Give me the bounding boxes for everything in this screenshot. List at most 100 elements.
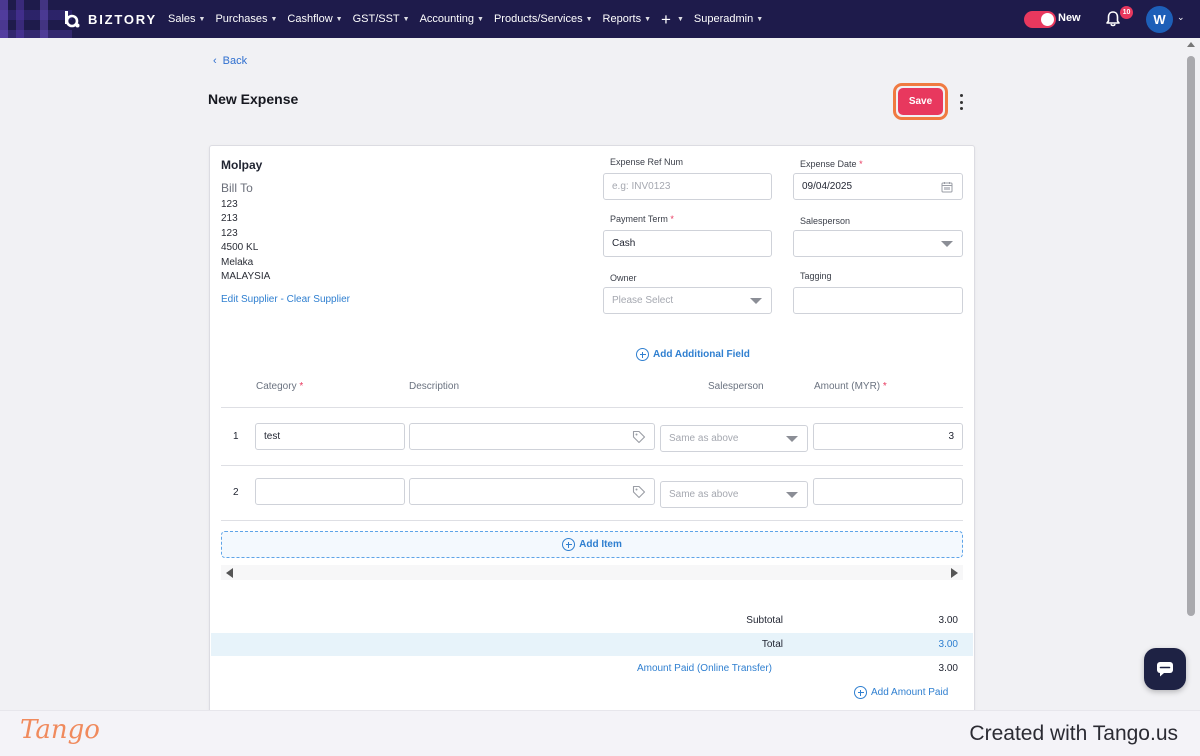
- salesperson-label: Salesperson: [800, 216, 851, 226]
- chevron-down-icon: ▼: [198, 15, 206, 23]
- tag-icon[interactable]: [632, 430, 646, 444]
- address-line: 123: [221, 228, 238, 239]
- back-label: Back: [222, 55, 248, 67]
- nav-accounting[interactable]: Accounting ▼: [420, 13, 484, 25]
- chevron-left-icon: ‹: [213, 55, 217, 67]
- column-header-description: Description: [409, 381, 460, 392]
- dropdown-caret-icon: [941, 241, 953, 247]
- payment-term-label: Payment Term *: [610, 214, 674, 224]
- scroll-right-arrow-icon[interactable]: [951, 568, 958, 578]
- nav-cashflow[interactable]: Cashflow ▼: [287, 13, 342, 25]
- back-link[interactable]: ‹ Back: [213, 55, 247, 67]
- amount-value: 3: [948, 431, 954, 442]
- total-label: Total: [761, 639, 783, 650]
- table-divider: [221, 520, 963, 521]
- required-marker: *: [670, 214, 674, 224]
- supplier-name: Molpay: [221, 158, 263, 172]
- chevron-down-icon: ▼: [676, 15, 684, 23]
- nav-gst-sst[interactable]: GST/SST ▼: [353, 13, 410, 25]
- amount-paid-link[interactable]: Amount Paid (Online Transfer): [603, 663, 772, 674]
- add-amount-paid-button[interactable]: Add Amount Paid: [854, 686, 948, 699]
- dropdown-caret-icon: [786, 492, 798, 498]
- address-line: Melaka: [221, 257, 254, 268]
- expense-date-input[interactable]: 09/04/2025: [793, 173, 963, 200]
- row-number: 1: [233, 431, 239, 442]
- category-input[interactable]: [255, 478, 405, 505]
- row-salesperson-select[interactable]: Same as above: [660, 481, 808, 508]
- expense-date-label: Expense Date *: [800, 159, 863, 169]
- payment-term-input[interactable]: Cash: [603, 230, 772, 257]
- new-ui-toggle[interactable]: [1024, 11, 1056, 28]
- scroll-up-arrow-icon[interactable]: [1187, 42, 1195, 47]
- tagging-input[interactable]: [793, 287, 963, 314]
- calendar-icon[interactable]: [941, 181, 953, 193]
- row-salesperson-select[interactable]: Same as above: [660, 425, 808, 452]
- plus-icon: +: [661, 9, 671, 29]
- top-navbar: BIZTORY Sales ▼ Purchases ▼ Cashflow ▼ GST/…: [0, 0, 1200, 38]
- edit-supplier-link[interactable]: Edit Supplier: [221, 294, 278, 305]
- chevron-down-icon: ▼: [335, 15, 343, 23]
- add-item-button[interactable]: Add Item: [221, 531, 963, 558]
- required-marker: *: [859, 159, 863, 169]
- plus-circle-icon: [636, 348, 649, 361]
- nav-quick-add[interactable]: + ▼: [661, 11, 684, 28]
- category-input[interactable]: test: [255, 423, 405, 450]
- nav-superadmin[interactable]: Superadmin ▼: [694, 13, 763, 25]
- clear-supplier-link[interactable]: Clear Supplier: [287, 294, 350, 305]
- nav-reports[interactable]: Reports ▼: [603, 13, 651, 25]
- amount-input[interactable]: 3: [813, 423, 963, 450]
- placeholder-text: Same as above: [669, 433, 739, 444]
- chevron-down-icon: ▼: [270, 15, 278, 23]
- nav-sales[interactable]: Sales ▼: [168, 13, 205, 25]
- address-line: 123: [221, 199, 238, 210]
- toggle-label: New: [1058, 12, 1081, 24]
- nav-products-services[interactable]: Products/Services ▼: [494, 13, 593, 25]
- chat-bubble-icon: [1157, 662, 1173, 677]
- chevron-down-icon: ▼: [756, 15, 764, 23]
- tagging-label: Tagging: [800, 271, 832, 281]
- add-additional-field-button[interactable]: Add Additional Field: [636, 348, 750, 361]
- amount-input[interactable]: [813, 478, 963, 505]
- avatar[interactable]: W: [1146, 6, 1173, 33]
- label-text: Expense Date: [800, 159, 857, 169]
- page-scrollbar[interactable]: [1185, 38, 1200, 710]
- chevron-down-icon[interactable]: ⌄: [1177, 12, 1185, 23]
- required-marker: *: [882, 381, 887, 392]
- bill-to-label: Bill To: [221, 181, 253, 195]
- brand-name: BIZTORY: [88, 11, 157, 27]
- toggle-knob: [1041, 13, 1054, 26]
- save-button[interactable]: Save: [898, 88, 943, 115]
- table-divider: [221, 465, 963, 466]
- dropdown-caret-icon: [786, 436, 798, 442]
- supplier-links: Edit Supplier - Clear Supplier: [221, 294, 350, 305]
- row-number: 2: [233, 487, 239, 498]
- biztory-logo-icon: [65, 11, 80, 28]
- address-line: MALAYSIA: [221, 271, 271, 282]
- owner-select[interactable]: Please Select: [603, 287, 772, 314]
- main-nav: Sales ▼ Purchases ▼ Cashflow ▼ GST/SST ▼ Acc…: [168, 0, 773, 38]
- description-input[interactable]: [409, 478, 655, 505]
- plus-circle-icon: [854, 686, 867, 699]
- notification-badge: 10: [1120, 6, 1133, 19]
- nav-purchases[interactable]: Purchases ▼: [215, 13, 277, 25]
- salesperson-select[interactable]: [793, 230, 963, 257]
- address-line: 213: [221, 213, 238, 224]
- plus-circle-icon: [562, 538, 576, 551]
- expense-ref-label: Expense Ref Num: [610, 157, 684, 167]
- more-options-icon[interactable]: [957, 94, 965, 110]
- dropdown-caret-icon: [750, 298, 762, 304]
- brand-logo[interactable]: BIZTORY: [62, 9, 157, 29]
- nav-label: GST/SST: [352, 13, 400, 25]
- total-value: 3.00: [938, 639, 958, 650]
- table-horizontal-scrollbar[interactable]: [221, 565, 963, 580]
- label-text: Payment Term: [610, 214, 668, 224]
- scroll-left-arrow-icon[interactable]: [226, 568, 233, 578]
- tag-icon[interactable]: [632, 485, 646, 499]
- nav-label: Reports: [602, 13, 642, 25]
- description-input[interactable]: [409, 423, 655, 450]
- chat-support-button[interactable]: [1144, 648, 1186, 690]
- add-field-label: Add Additional Field: [653, 349, 750, 360]
- total-row: [211, 633, 973, 656]
- expense-ref-input[interactable]: e.g: INV0123: [603, 173, 772, 200]
- scrollbar-thumb[interactable]: [1187, 56, 1195, 616]
